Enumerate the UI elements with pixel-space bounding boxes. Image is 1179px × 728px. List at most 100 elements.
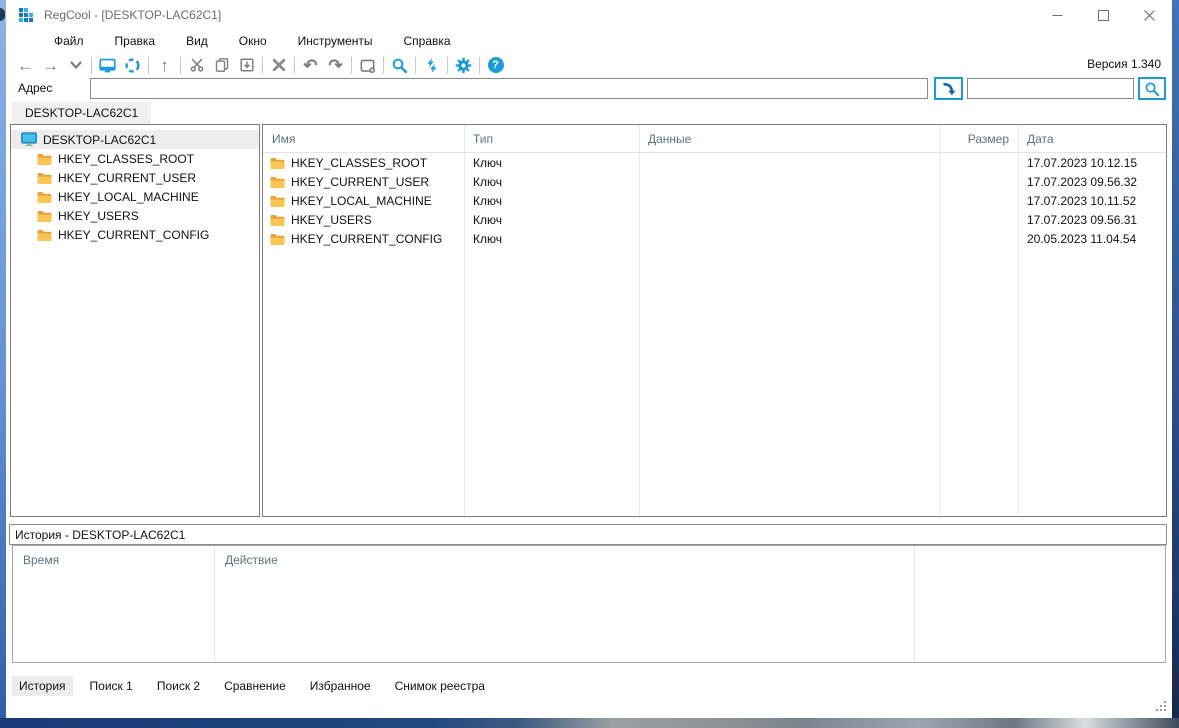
- tree-item-hkey-classes-root[interactable]: HKEY_CLASSES_ROOT: [11, 149, 259, 168]
- redo-icon: ↷: [328, 55, 343, 75]
- toolbar: ← → ↑ ↶ ↷ ? Версия 1.340: [6, 52, 1172, 78]
- history-dropdown-button[interactable]: [63, 54, 88, 76]
- resize-grip[interactable]: [1154, 699, 1167, 715]
- redo-button[interactable]: ↷: [323, 54, 348, 76]
- up-icon: ↑: [160, 55, 169, 75]
- tab-registry-snapshot[interactable]: Снимок реестра: [388, 676, 492, 696]
- toolbar-separator: [415, 56, 416, 74]
- undo-button[interactable]: ↶: [298, 54, 323, 76]
- column-header-size[interactable]: Размер: [939, 132, 1018, 146]
- menu-window[interactable]: Окно: [237, 31, 269, 51]
- address-label: Адрес: [18, 81, 53, 95]
- cell-name: HKEY_LOCAL_MACHINE: [291, 193, 432, 208]
- new-key-button[interactable]: [355, 54, 380, 76]
- list-row-hkey-classes-root[interactable]: HKEY_CLASSES_ROOT Ключ 17.07.2023 10.12.…: [263, 153, 1166, 172]
- quick-search-button[interactable]: [1138, 77, 1166, 100]
- toolbar-separator: [148, 56, 149, 74]
- address-input[interactable]: [90, 78, 928, 99]
- tree-item-hkey-local-machine[interactable]: HKEY_LOCAL_MACHINE: [11, 187, 259, 206]
- copy-button[interactable]: [209, 54, 234, 76]
- folder-icon: [37, 191, 52, 203]
- list-row-hkey-current-user[interactable]: HKEY_CURRENT_USER Ключ 17.07.2023 09.56.…: [263, 172, 1166, 191]
- tree-item-label: HKEY_LOCAL_MACHINE: [58, 189, 199, 204]
- tab-favorites[interactable]: Избранное: [303, 676, 378, 696]
- menu-view[interactable]: Вид: [184, 31, 210, 51]
- cell-name: HKEY_CLASSES_ROOT: [291, 155, 428, 170]
- compare-bolts-icon: [427, 57, 437, 73]
- compare-button[interactable]: [419, 54, 444, 76]
- history-column-time[interactable]: Время: [13, 546, 214, 662]
- regcool-app-icon: [18, 7, 34, 26]
- toolbar-separator: [262, 56, 263, 74]
- toolbar-separator: [294, 56, 295, 74]
- cell-date: 20.05.2023 11.04.54: [1027, 231, 1137, 246]
- refresh-button[interactable]: [120, 54, 145, 76]
- delete-button[interactable]: [266, 54, 291, 76]
- cell-type: Ключ: [473, 174, 502, 189]
- settings-button[interactable]: [451, 54, 476, 76]
- toolbar-separator: [383, 56, 384, 74]
- computer-icon: [21, 132, 37, 146]
- gear-icon: [455, 57, 472, 73]
- history-title-bar: История - DESKTOP-LAC62C1: [9, 524, 1167, 545]
- cell-name: HKEY_CURRENT_USER: [291, 174, 430, 189]
- cell-type: Ключ: [473, 212, 502, 227]
- help-button[interactable]: ?: [483, 54, 508, 76]
- tree-item-label: HKEY_USERS: [58, 208, 139, 223]
- forward-button[interactable]: →: [38, 54, 63, 76]
- column-header-data[interactable]: Данные: [639, 132, 939, 146]
- list-row-hkey-users[interactable]: HKEY_USERS Ключ 17.07.2023 09.56.31: [263, 210, 1166, 229]
- folder-icon: [270, 195, 285, 207]
- list-row-hkey-current-config[interactable]: HKEY_CURRENT_CONFIG Ключ 20.05.2023 11.0…: [263, 229, 1166, 248]
- list-row-hkey-local-machine[interactable]: HKEY_LOCAL_MACHINE Ключ 17.07.2023 10.11…: [263, 191, 1166, 210]
- tree-item-hkey-current-user[interactable]: HKEY_CURRENT_USER: [11, 168, 259, 187]
- folder-icon: [37, 172, 52, 184]
- column-header-date[interactable]: Дата: [1018, 132, 1166, 146]
- registry-tab-desktop-lac62c1[interactable]: DESKTOP-LAC62C1: [12, 102, 152, 125]
- tree-item-hkey-current-config[interactable]: HKEY_CURRENT_CONFIG: [11, 225, 259, 244]
- up-button[interactable]: ↑: [152, 54, 177, 76]
- menu-tools[interactable]: Инструменты: [296, 31, 375, 51]
- import-button[interactable]: [234, 54, 259, 76]
- tree-item-computer[interactable]: DESKTOP-LAC62C1: [11, 130, 259, 149]
- menu-file[interactable]: Файл: [52, 31, 86, 51]
- close-button[interactable]: [1126, 0, 1172, 30]
- search-icon: [1145, 82, 1160, 96]
- minimize-button[interactable]: [1034, 0, 1080, 30]
- toolbar-separator: [479, 56, 480, 74]
- quick-search-input[interactable]: [967, 78, 1134, 99]
- delete-x-icon: [272, 58, 285, 72]
- scissors-icon: [190, 58, 203, 72]
- tab-history[interactable]: История: [12, 676, 73, 696]
- tab-compare[interactable]: Сравнение: [217, 676, 293, 696]
- address-bar: Адрес: [6, 77, 1172, 102]
- list-header: Имя Тип Данные Размер Дата: [263, 125, 1166, 153]
- menu-edit[interactable]: Правка: [113, 31, 158, 51]
- cut-button[interactable]: [184, 54, 209, 76]
- forward-icon: →: [42, 55, 59, 75]
- tab-search-2[interactable]: Поиск 2: [150, 676, 207, 696]
- refresh-icon: [125, 57, 140, 73]
- address-go-button[interactable]: [934, 77, 963, 100]
- tree-item-label: DESKTOP-LAC62C1: [43, 132, 157, 147]
- tree-item-hkey-users[interactable]: HKEY_USERS: [11, 206, 259, 225]
- folder-icon: [37, 153, 52, 165]
- tree-item-label: HKEY_CURRENT_CONFIG: [58, 227, 210, 242]
- cell-type: Ключ: [473, 155, 502, 170]
- folder-icon: [270, 214, 285, 226]
- maximize-icon: [1097, 9, 1109, 21]
- column-header-name[interactable]: Имя: [263, 132, 464, 146]
- tab-search-1[interactable]: Поиск 1: [83, 676, 140, 696]
- toolbar-separator: [447, 56, 448, 74]
- back-icon: ←: [17, 55, 34, 75]
- maximize-button[interactable]: [1080, 0, 1126, 30]
- history-column-empty: [914, 546, 1165, 662]
- menu-help[interactable]: Справка: [402, 31, 453, 51]
- history-title: История - DESKTOP-LAC62C1: [15, 528, 186, 542]
- regcool-window: RegCool - [DESKTOP-LAC62C1] Файл Правка …: [6, 0, 1172, 718]
- column-header-type[interactable]: Тип: [464, 132, 639, 146]
- connect-computer-button[interactable]: [95, 54, 120, 76]
- search-button[interactable]: [387, 54, 412, 76]
- history-column-action[interactable]: Действие: [214, 546, 914, 662]
- back-button[interactable]: ←: [13, 54, 38, 76]
